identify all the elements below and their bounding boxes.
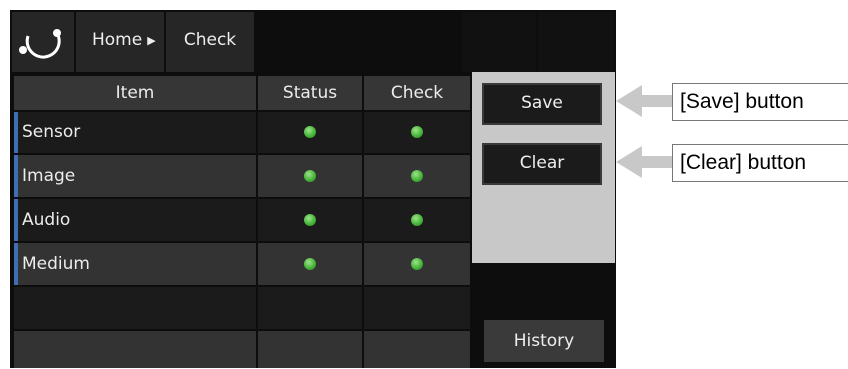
- table-row-check: [364, 155, 470, 197]
- breadcrumb-check: Check: [166, 12, 254, 72]
- row-accent-bar: [14, 155, 18, 197]
- row-item-label: Sensor: [22, 122, 81, 142]
- table-row-status: [258, 199, 362, 241]
- table-row-status: [258, 155, 362, 197]
- table-row-check: [364, 112, 470, 153]
- table-row-item[interactable]: Medium: [14, 243, 256, 285]
- check-ok-icon: [411, 214, 423, 226]
- check-ok-icon: [411, 170, 423, 182]
- row-accent-bar: [14, 199, 18, 241]
- empty-row-cell: [258, 331, 362, 368]
- history-button[interactable]: History: [484, 320, 604, 362]
- status-ok-icon: [304, 126, 316, 138]
- row-accent-bar: [14, 243, 18, 285]
- clear-callout-label: [Clear] button: [672, 144, 848, 182]
- save-callout-arrow-icon: [616, 85, 672, 117]
- row-accent-bar: [14, 112, 18, 153]
- empty-row-cell: [258, 287, 362, 329]
- table-row-item[interactable]: Sensor: [14, 112, 256, 153]
- row-item-label: Medium: [22, 254, 90, 274]
- save-callout-label: [Save] button: [672, 83, 848, 121]
- clear-callout-arrow-icon: [616, 146, 672, 178]
- app-logo[interactable]: [12, 12, 74, 72]
- empty-row-cell: [14, 331, 256, 368]
- column-header-item: Item: [14, 76, 256, 110]
- save-button[interactable]: Save: [482, 83, 602, 125]
- status-ok-icon: [304, 170, 316, 182]
- header-blank-slot: [538, 12, 614, 72]
- header-blank-slot: [462, 12, 536, 72]
- check-ok-icon: [411, 126, 423, 138]
- column-header-status: Status: [258, 76, 362, 110]
- table-row-status: [258, 112, 362, 153]
- table-row-item[interactable]: Audio: [14, 199, 256, 241]
- row-item-label: Audio: [22, 210, 71, 230]
- status-ok-icon: [304, 214, 316, 226]
- breadcrumb-home-label: Home: [92, 30, 143, 50]
- empty-row-cell: [14, 287, 256, 329]
- table-row-status: [258, 243, 362, 285]
- ring-logo-icon: [19, 29, 61, 59]
- check-ok-icon: [411, 258, 423, 270]
- status-ok-icon: [304, 258, 316, 270]
- clear-button[interactable]: Clear: [482, 143, 602, 185]
- table-row-check: [364, 243, 470, 285]
- device-screen: Home ▶ Check Item Status Check Sensor Ima…: [10, 10, 616, 368]
- empty-row-cell: [364, 287, 470, 329]
- table-row-check: [364, 199, 470, 241]
- column-header-check: Check: [364, 76, 470, 110]
- empty-row-cell: [364, 331, 470, 368]
- row-item-label: Image: [22, 166, 76, 186]
- callout-arrows: [616, 85, 672, 178]
- breadcrumb-arrow-icon: ▶: [147, 34, 156, 47]
- table-row-item[interactable]: Image: [14, 155, 256, 197]
- breadcrumb-home[interactable]: Home ▶: [76, 12, 164, 72]
